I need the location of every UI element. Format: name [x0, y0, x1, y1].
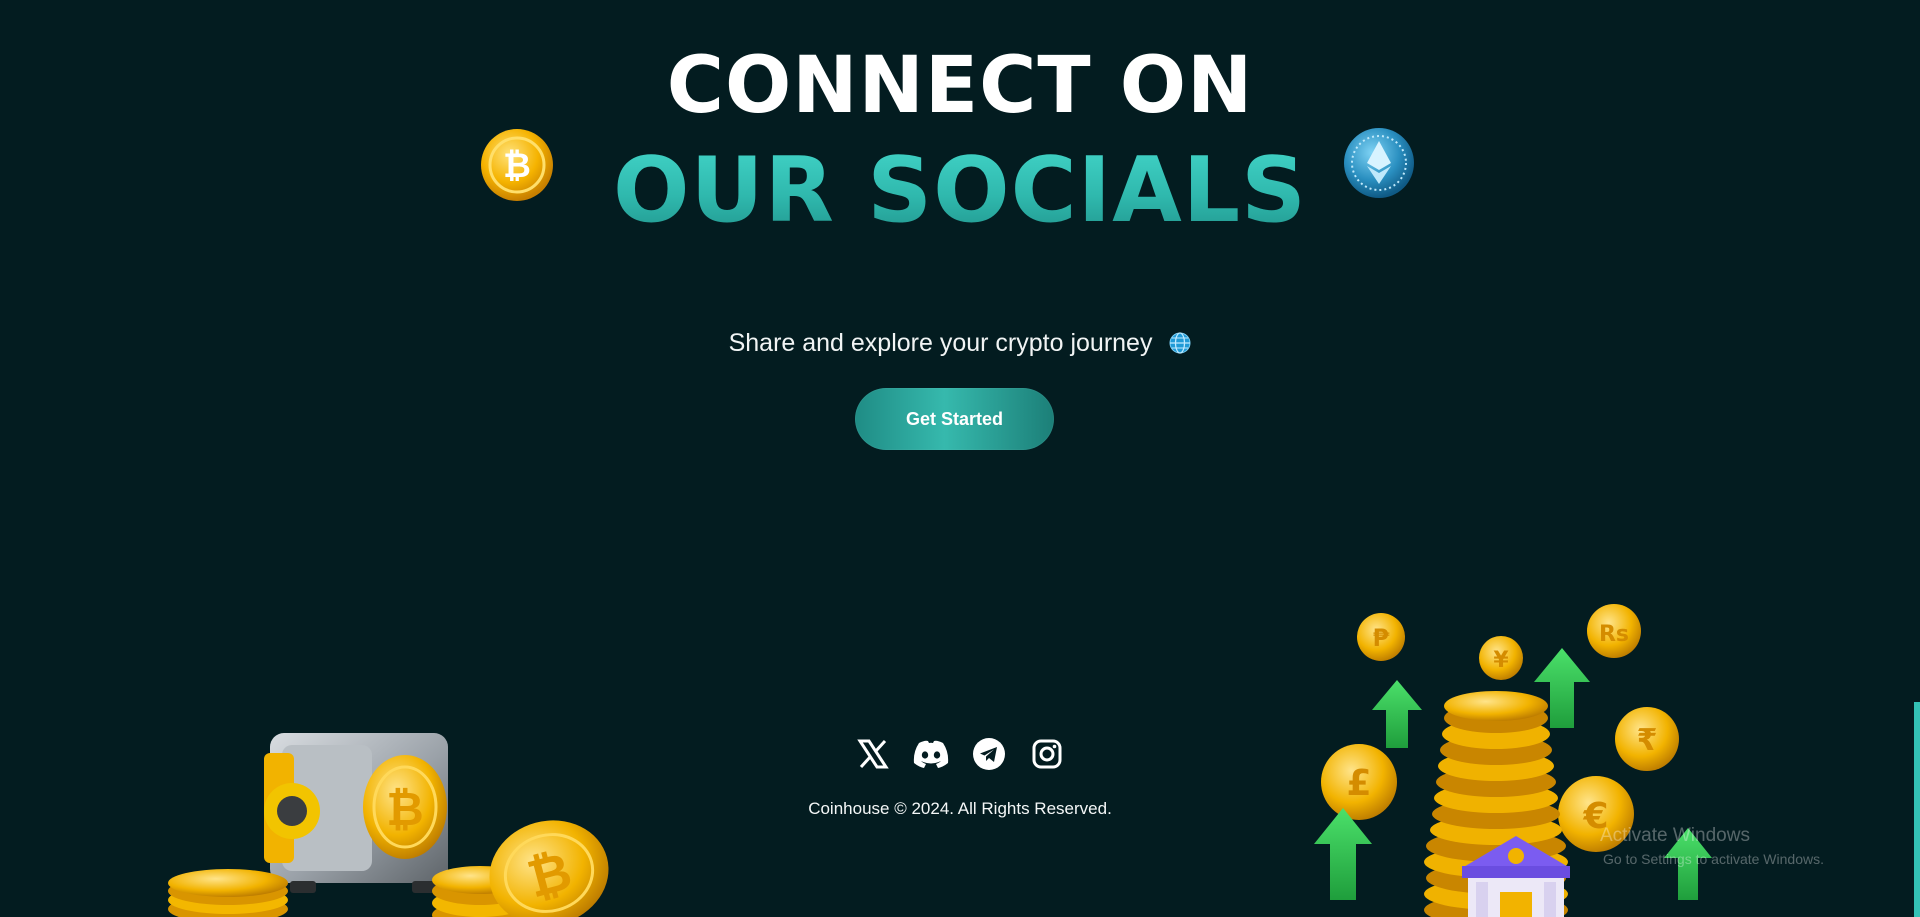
page: ₿ CONNECT ON OUR SOCIALS Share and explo… [0, 0, 1920, 917]
svg-text:¥: ¥ [1493, 648, 1509, 673]
watermark-subtitle: Go to Settings to activate Windows. [1603, 851, 1824, 867]
instagram-icon [1032, 739, 1062, 769]
social-link-telegram[interactable] [967, 735, 1011, 773]
social-link-discord[interactable] [909, 735, 953, 773]
svg-text:Rs: Rs [1599, 622, 1629, 647]
hero-subtitle: Share and explore your crypto journey [0, 326, 1920, 360]
svg-text:₿: ₿ [386, 782, 424, 836]
activate-windows-watermark: Activate Windows Go to Settings to activ… [1600, 824, 1824, 870]
x-icon [857, 739, 889, 769]
globe-icon [1169, 332, 1191, 354]
safe-with-coins-illustration: ₿ ₿ [168, 733, 609, 917]
hero-subtitle-text: Share and explore your crypto journey [728, 329, 1153, 357]
watermark-title: Activate Windows [1600, 825, 1750, 846]
get-started-button[interactable]: Get Started [855, 388, 1054, 450]
telegram-icon [973, 738, 1005, 770]
hero-title-line1: CONNECT ON [666, 41, 1254, 131]
svg-text:£: £ [1346, 763, 1371, 804]
svg-text:₱: ₱ [1373, 624, 1390, 652]
hero-title-line2: OUR SOCIALS [0, 136, 1920, 246]
social-link-x[interactable] [851, 735, 895, 773]
discord-icon [913, 740, 949, 768]
scrollbar-thumb[interactable] [1914, 702, 1920, 917]
social-link-instagram[interactable] [1025, 735, 1069, 773]
svg-text:₹: ₹ [1637, 723, 1658, 758]
